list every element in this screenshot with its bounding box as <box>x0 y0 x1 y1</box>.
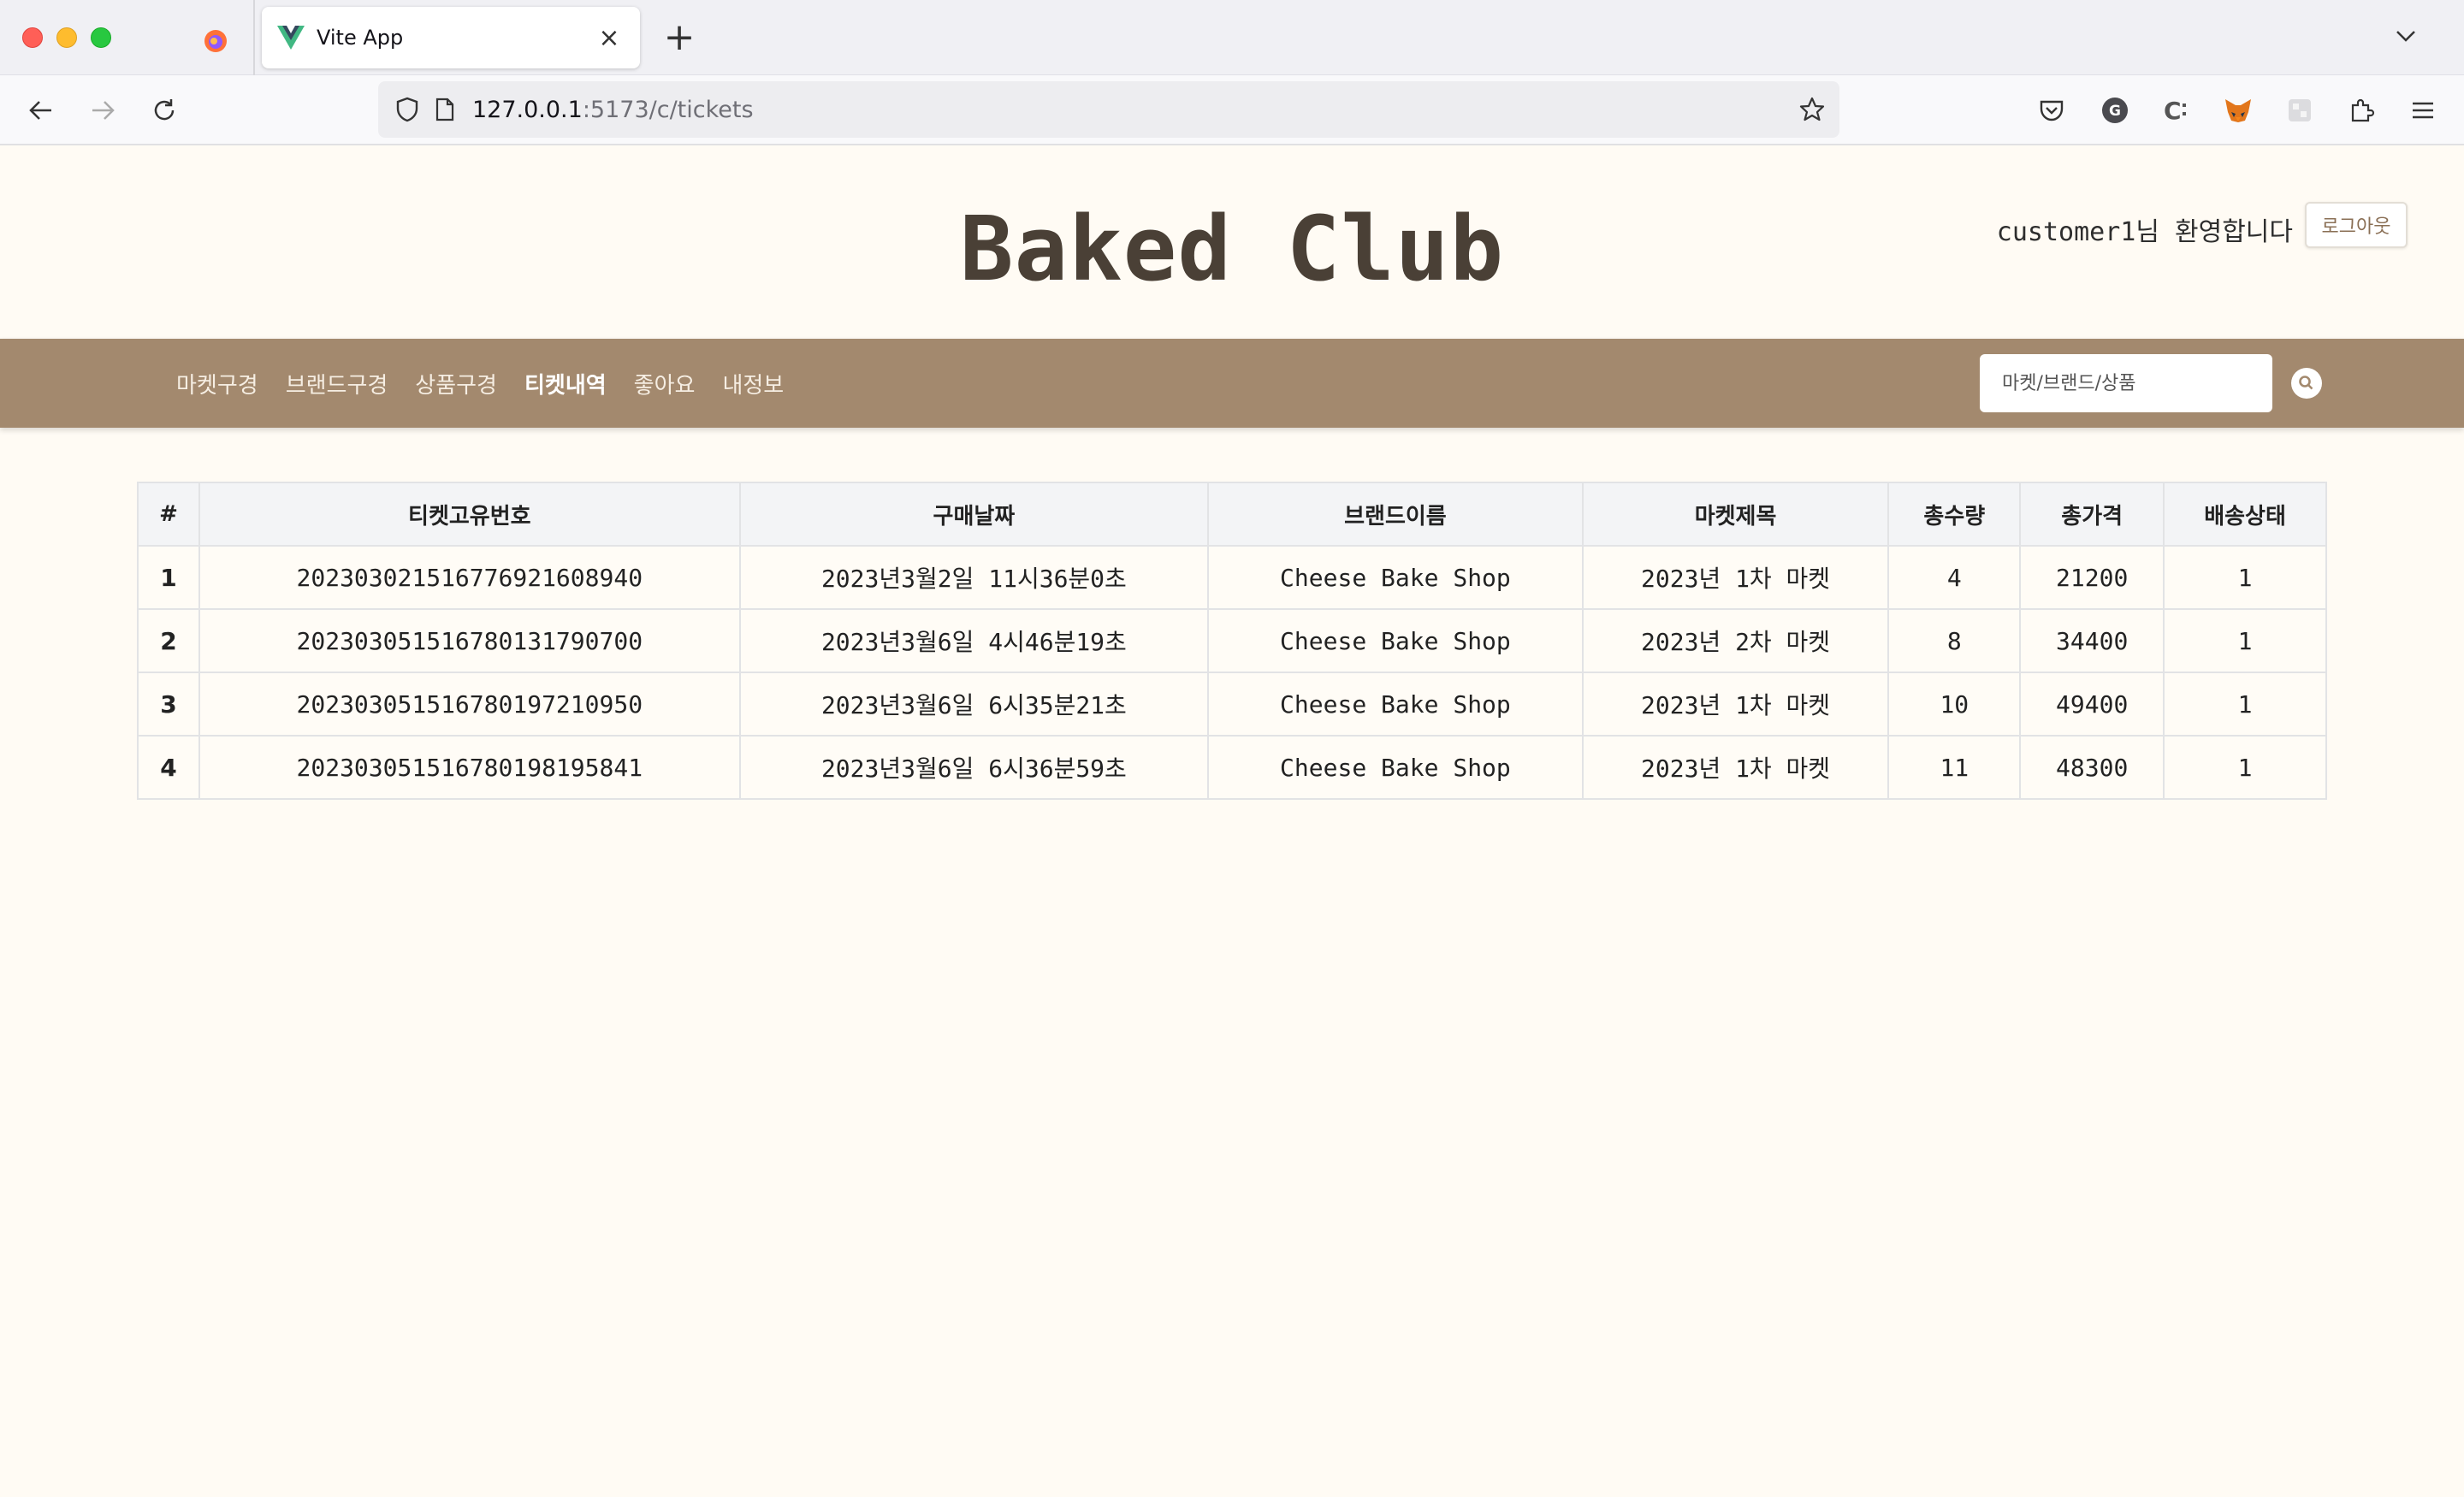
table-cell: 2023년 1차 마켓 <box>1581 672 1890 737</box>
vue-logo-icon <box>277 26 305 50</box>
logout-button[interactable]: 로그아웃 <box>2305 202 2408 248</box>
table-cell: 49400 <box>2019 672 2165 737</box>
tab-title: Vite App <box>317 26 404 50</box>
table-cell: 2023년3월2일 11시36분0초 <box>738 545 1210 610</box>
table-cell: 2023년 1차 마켓 <box>1581 735 1890 800</box>
table-cell: 4 <box>137 735 200 800</box>
browser-nav-bar: 127.0.0.1:5173/c/tickets G C <box>0 75 2464 145</box>
extension-c-icon[interactable]: C <box>2159 93 2194 127</box>
table-cell: 2 <box>137 608 200 673</box>
user-greeting: customer1님 환영합니다 <box>1996 217 2293 247</box>
firefox-view-icon[interactable] <box>198 24 233 58</box>
close-window-button[interactable] <box>22 27 43 48</box>
menu-item-tickets[interactable]: 티켓내역 <box>524 368 607 399</box>
table-cell: 21200 <box>2019 545 2165 610</box>
column-header: 구매날짜 <box>738 482 1210 547</box>
metamask-fox-icon[interactable] <box>2221 93 2255 127</box>
column-header: 티켓고유번호 <box>198 482 741 547</box>
svg-text:C: C <box>2164 97 2182 124</box>
shield-icon[interactable] <box>390 92 424 127</box>
extensions-puzzle-icon[interactable] <box>2344 93 2378 127</box>
pocket-icon[interactable] <box>2035 93 2069 127</box>
table-cell: 2023년3월6일 6시35분21초 <box>738 672 1210 737</box>
column-header: 총수량 <box>1887 482 2022 547</box>
column-header: 브랜드이름 <box>1207 482 1584 547</box>
column-header: 총가격 <box>2019 482 2165 547</box>
table-row[interactable]: 1 20230302151677692160894​0 2023년3월2일 11… <box>137 545 2327 610</box>
tickets-table: # 티켓고유번호 구매날짜 브랜드이름 마켓제목 총수량 총가격 배송상태 1 … <box>137 482 2327 800</box>
svg-text:G: G <box>2109 103 2121 120</box>
menu-item-markets[interactable]: 마켓구경 <box>176 368 258 399</box>
url-path: :5173/c/tickets <box>582 96 754 123</box>
table-cell: 11 <box>1887 735 2022 800</box>
url-host: 127.0.0.1 <box>472 96 583 123</box>
table-cell: Cheese Bake Shop <box>1207 608 1584 673</box>
table-row[interactable]: 4 20230305151678019819584​1 2023년3월6일 6시… <box>137 735 2327 800</box>
table-cell: 20230305151678013179070​0 <box>198 608 741 673</box>
column-header: 배송상태 <box>2163 482 2327 547</box>
table-cell: 34400 <box>2019 608 2165 673</box>
url-bar[interactable]: 127.0.0.1:5173/c/tickets <box>378 81 1839 138</box>
table-cell: 20230305151678019819584​1 <box>198 735 741 800</box>
main-menu-bar: 마켓구경 브랜드구경 상품구경 티켓내역 좋아요 내정보 <box>0 339 2464 428</box>
page-content: Baked Club customer1님 환영합니다 로그아웃 마켓구경 브랜… <box>0 145 2464 1495</box>
table-header-row: # 티켓고유번호 구매날짜 브랜드이름 마켓제목 총수량 총가격 배송상태 <box>137 482 2327 547</box>
table-row[interactable]: 2 20230305151678013179070​0 2023년3월6일 4시… <box>137 608 2327 673</box>
table-cell: 8 <box>1887 608 2022 673</box>
grammarly-icon[interactable]: G <box>2098 93 2132 127</box>
table-cell: 2023년3월6일 6시36분59초 <box>738 735 1210 800</box>
hamburger-menu-icon[interactable] <box>2406 93 2440 127</box>
column-header: # <box>137 482 200 547</box>
table-cell: 2023년 1차 마켓 <box>1581 545 1890 610</box>
tab-list-chevron-icon[interactable] <box>2389 19 2423 53</box>
table-cell: Cheese Bake Shop <box>1207 545 1584 610</box>
new-tab-button[interactable]: + <box>662 17 696 58</box>
table-cell: Cheese Bake Shop <box>1207 735 1584 800</box>
menu-item-my-info[interactable]: 내정보 <box>722 368 784 399</box>
table-cell: 1 <box>2163 608 2327 673</box>
menu-item-products[interactable]: 상품구경 <box>415 368 497 399</box>
back-arrow-icon[interactable] <box>24 93 58 127</box>
table-cell: 20230302151677692160894​0 <box>198 545 741 610</box>
table-cell: 3 <box>137 672 200 737</box>
column-header: 마켓제목 <box>1581 482 1890 547</box>
menu-item-brands[interactable]: 브랜드구경 <box>286 368 388 399</box>
window-controls <box>22 27 111 48</box>
browser-tab-active[interactable]: Vite App × <box>262 7 640 68</box>
bookmark-star-icon[interactable] <box>1795 92 1829 127</box>
table-cell: 2023년 2차 마켓 <box>1581 608 1890 673</box>
table-cell: 20230305151678019721095​0 <box>198 672 741 737</box>
close-tab-icon[interactable]: × <box>594 23 625 53</box>
search-input[interactable] <box>1980 354 2272 412</box>
search-icon[interactable] <box>2291 368 2322 399</box>
extension-grid-icon[interactable] <box>2283 93 2317 127</box>
menu-item-likes[interactable]: 좋아요 <box>634 368 696 399</box>
table-cell: 2023년3월6일 4시46분19초 <box>738 608 1210 673</box>
browser-tab-bar: Vite App × + <box>0 0 2464 75</box>
minimize-window-button[interactable] <box>56 27 77 48</box>
page-icon <box>428 92 462 127</box>
forward-arrow-icon[interactable] <box>86 93 120 127</box>
maximize-window-button[interactable] <box>91 27 111 48</box>
table-cell: 1 <box>2163 735 2327 800</box>
table-cell: 1 <box>2163 545 2327 610</box>
main-menu: 마켓구경 브랜드구경 상품구경 티켓내역 좋아요 내정보 <box>176 339 784 428</box>
table-cell: Cheese Bake Shop <box>1207 672 1584 737</box>
table-cell: 10 <box>1887 672 2022 737</box>
reload-icon[interactable] <box>147 93 181 127</box>
table-cell: 1 <box>2163 672 2327 737</box>
table-cell: 48300 <box>2019 735 2165 800</box>
table-cell: 4 <box>1887 545 2022 610</box>
table-row[interactable]: 3 20230305151678019721095​0 2023년3월6일 6시… <box>137 672 2327 737</box>
table-cell: 1 <box>137 545 200 610</box>
tab-separator <box>253 0 255 75</box>
